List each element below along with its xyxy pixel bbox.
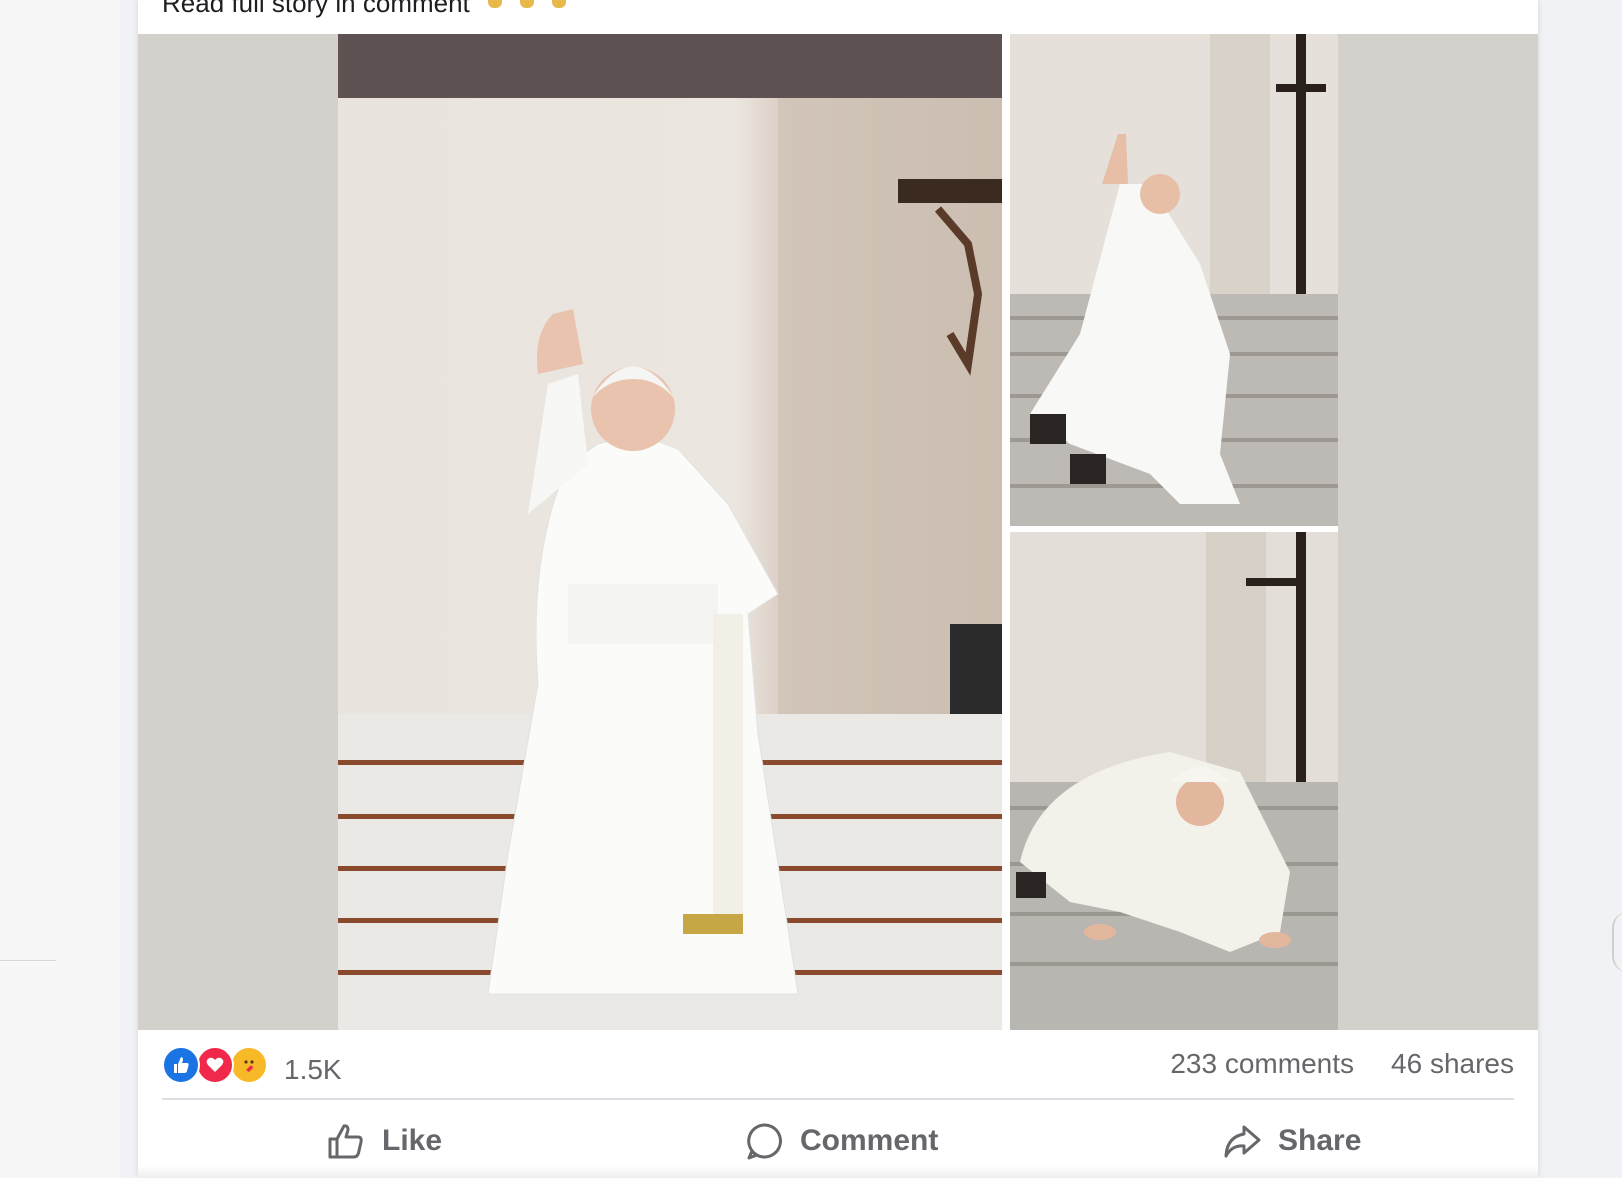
shares-count[interactable]: 46 shares <box>1391 1048 1514 1080</box>
right-edge-control <box>1612 912 1622 972</box>
love-icon <box>196 1046 234 1084</box>
speech-bubble-icon <box>747 1123 782 1160</box>
share-arrow-icon <box>1224 1125 1261 1158</box>
hands-emoji-icon <box>551 0 566 8</box>
post-stats-bar: 1.5K 233 comments 46 shares <box>162 1040 1514 1092</box>
comments-count[interactable]: 233 comments <box>1170 1048 1354 1080</box>
photo-fallen-on-steps[interactable] <box>1010 532 1338 1030</box>
post-photo-collage[interactable] <box>138 34 1538 1030</box>
like-button[interactable]: Like <box>326 1116 442 1166</box>
share-button[interactable]: Share <box>1222 1116 1361 1166</box>
post-caption: Read full story in comment <box>162 0 566 20</box>
card-bottom-edge <box>138 1166 1538 1178</box>
care-icon <box>230 1046 268 1084</box>
stats-divider <box>162 1098 1514 1100</box>
photo-waving-on-steps[interactable] <box>338 34 1002 1030</box>
collage-frame <box>338 34 1338 1030</box>
thumbs-up-icon <box>328 1124 363 1159</box>
share-label: Share <box>1278 1124 1362 1157</box>
like-icon <box>162 1046 200 1084</box>
reaction-count[interactable]: 1.5K <box>284 1054 342 1086</box>
page-background-left <box>0 0 120 1178</box>
comment-button[interactable]: Comment <box>744 1116 938 1166</box>
comment-label: Comment <box>800 1124 939 1157</box>
like-label: Like <box>382 1124 443 1157</box>
hands-emoji-icon <box>487 0 502 8</box>
left-divider <box>0 960 56 961</box>
post-action-bar: Like Comment Share <box>162 1116 1514 1166</box>
post-card: Read full story in comment 1.5K 233 comm… <box>138 0 1538 1178</box>
photo-slipping-on-steps[interactable] <box>1010 34 1338 526</box>
caption-text: Read full story in comment <box>162 0 470 18</box>
hands-emoji-icon <box>519 0 534 8</box>
